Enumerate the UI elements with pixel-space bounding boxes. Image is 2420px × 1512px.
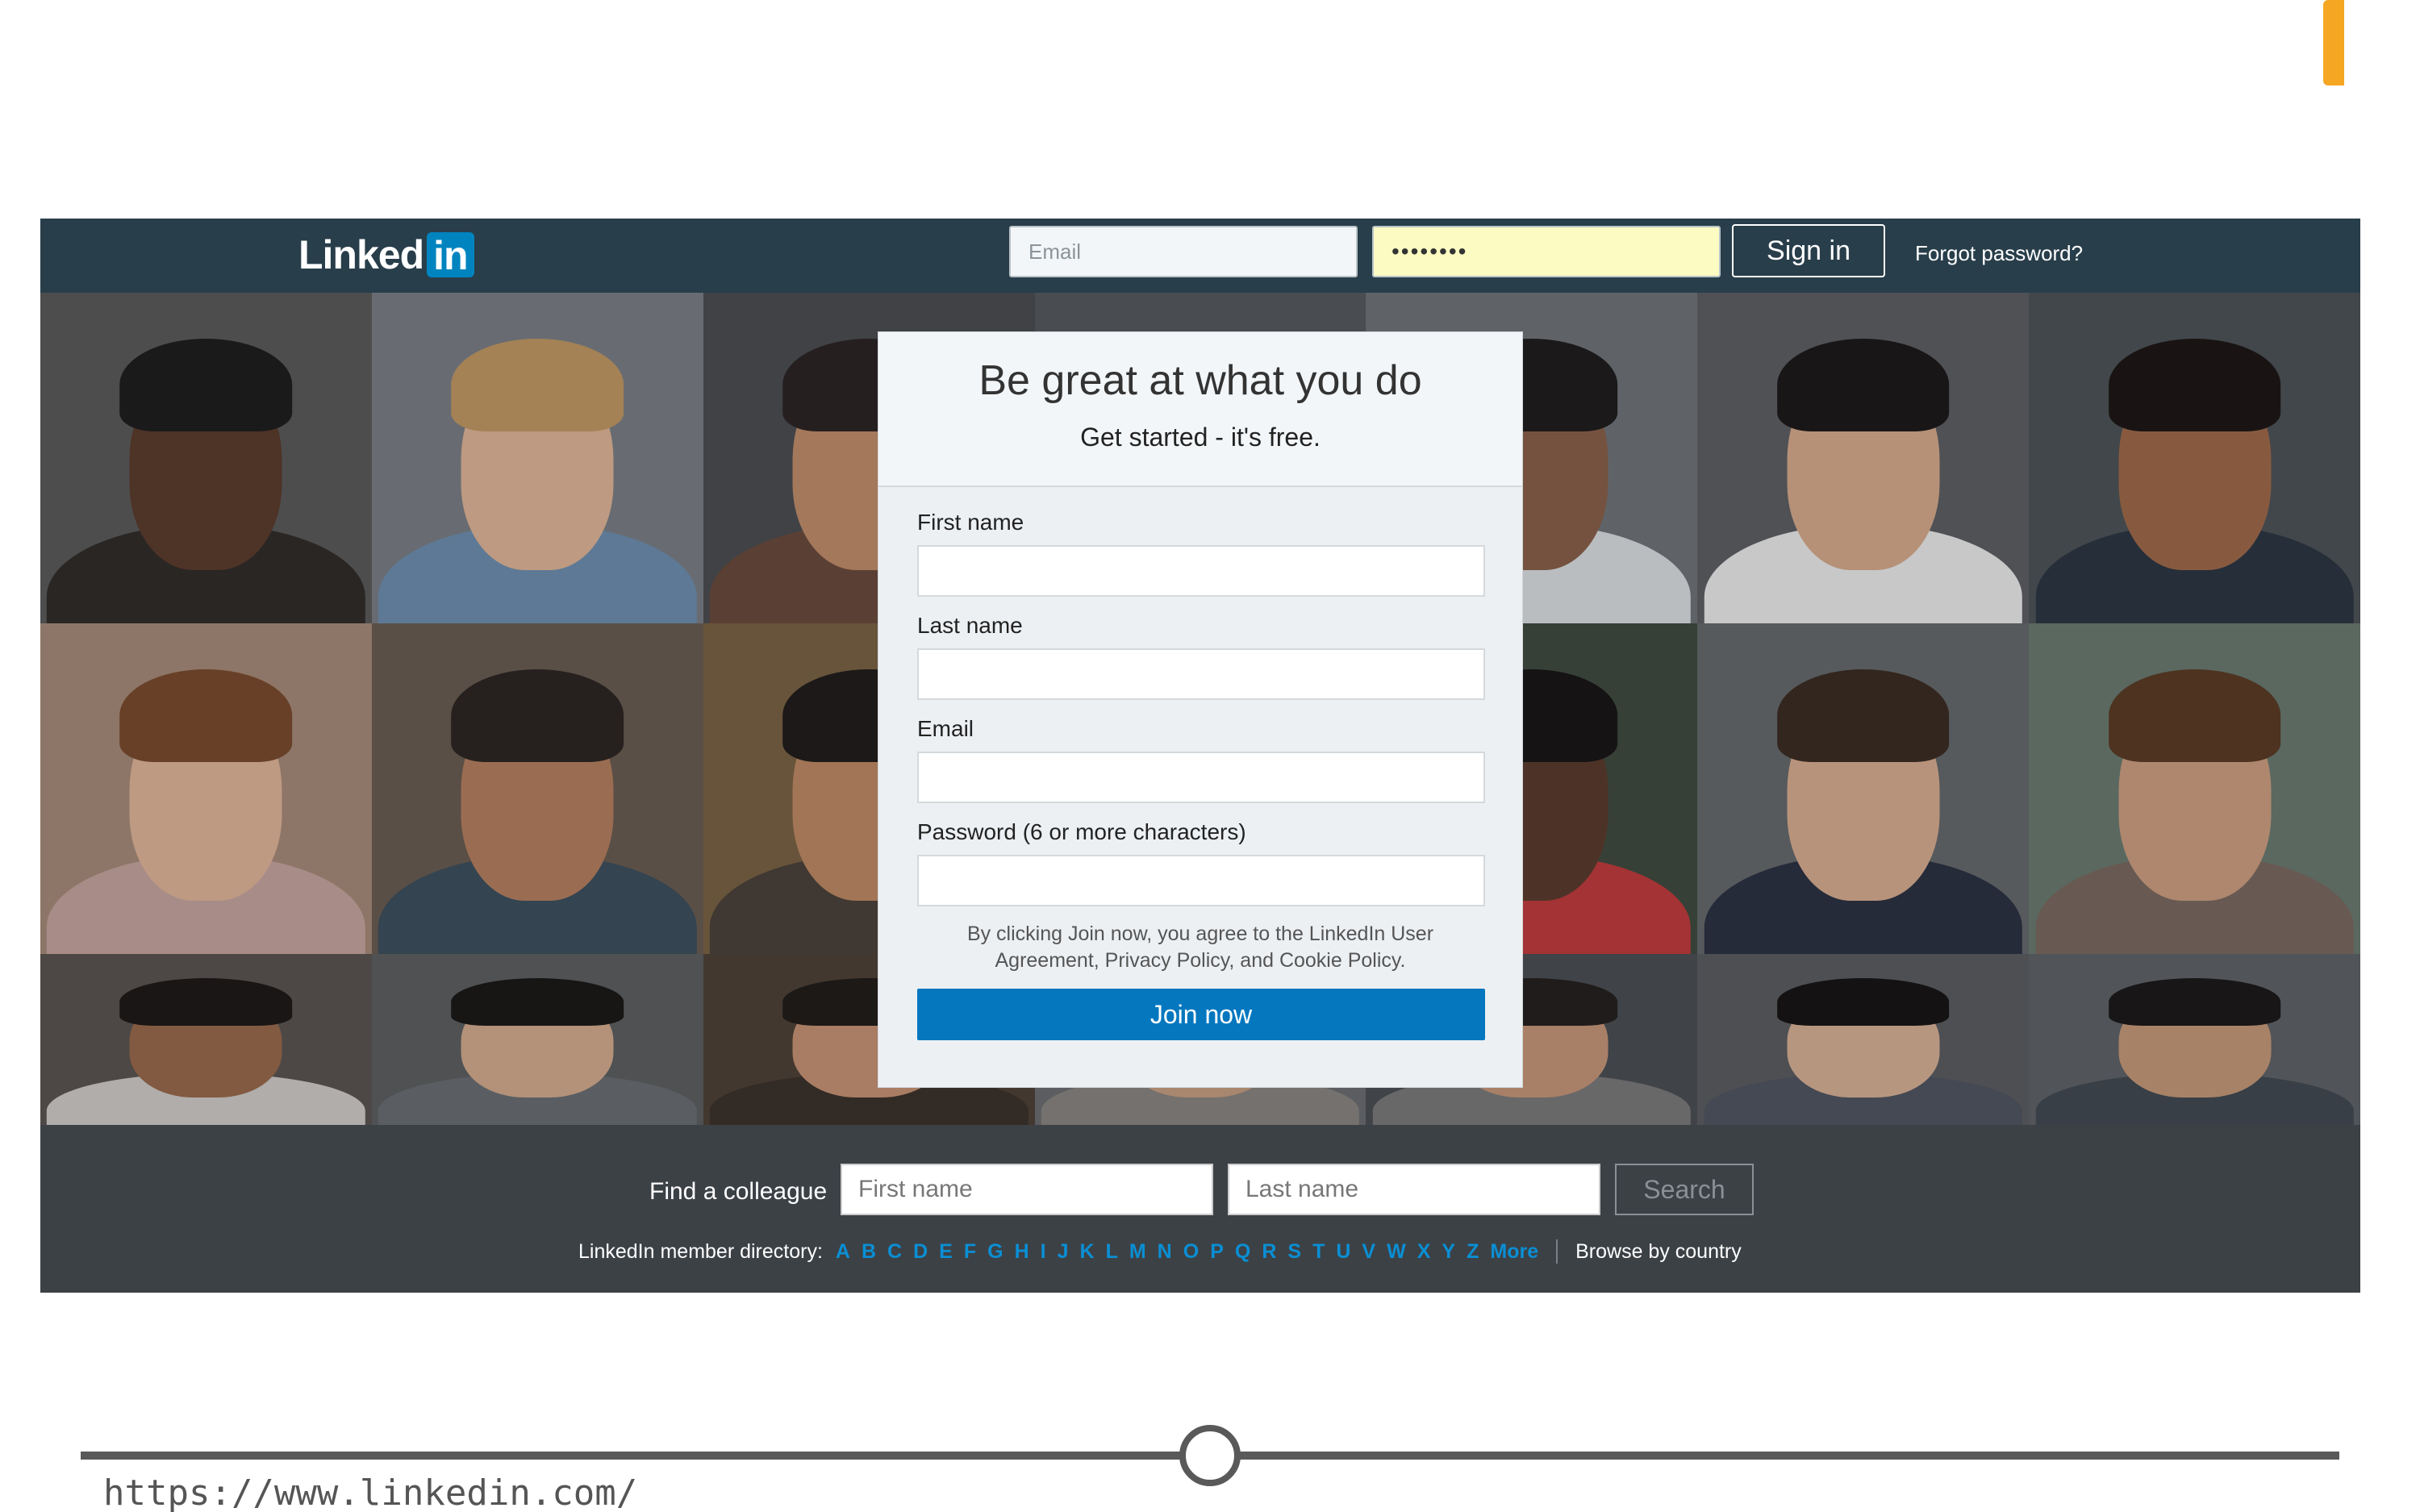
last-name-label: Last name — [917, 613, 1023, 638]
signup-card-header: Be great at what you do Get started - it… — [878, 332, 1522, 487]
top-navigation-bar: Linked in Email •••••••• Sign in Forgot … — [40, 219, 2360, 293]
join-now-button[interactable]: Join now — [917, 989, 1485, 1040]
directory-letter-link[interactable]: Y — [1442, 1240, 1455, 1264]
directory-letter-link[interactable]: C — [887, 1240, 902, 1264]
directory-letter-link[interactable]: R — [1262, 1240, 1276, 1264]
directory-letter-link[interactable]: A — [836, 1240, 850, 1264]
logo-wordmark: Linked — [298, 232, 424, 277]
signin-password-input[interactable]: •••••••• — [1372, 226, 1721, 277]
directory-letter-link[interactable]: M — [1129, 1240, 1146, 1264]
directory-label: LinkedIn member directory: — [578, 1239, 823, 1263]
directory-letter-link[interactable]: Q — [1235, 1240, 1250, 1264]
directory-letter-link[interactable]: I — [1041, 1240, 1046, 1264]
directory-letter-link[interactable]: D — [913, 1240, 928, 1264]
first-name-label: First name — [917, 510, 1024, 535]
directory-more-link[interactable]: More — [1490, 1240, 1538, 1264]
url-caption: https://www.linkedin.com/ — [103, 1472, 638, 1512]
legal-agreement-text: By clicking Join now, you agree to the L… — [966, 923, 1434, 972]
signin-email-input[interactable]: Email — [1009, 226, 1358, 277]
directory-letter-link[interactable]: V — [1362, 1240, 1375, 1264]
directory-letter-link[interactable]: P — [1210, 1240, 1224, 1264]
directory-letter-link[interactable]: E — [939, 1240, 953, 1264]
email-label: Email — [917, 716, 974, 741]
logo-in-badge: in — [427, 232, 474, 278]
last-name-field[interactable] — [917, 648, 1485, 700]
edge-tab — [2323, 0, 2344, 85]
find-colleague-label: Find a colleague — [649, 1178, 828, 1205]
sign-in-button[interactable]: Sign in — [1732, 224, 1885, 277]
directory-letter-link[interactable]: H — [1015, 1240, 1029, 1264]
directory-letter-link[interactable]: Z — [1467, 1240, 1479, 1264]
directory-letter-link[interactable]: B — [862, 1240, 876, 1264]
screenshot-frame: Linked in Email •••••••• Sign in Forgot … — [40, 219, 2360, 1293]
timeline-marker — [1179, 1425, 1241, 1486]
directory-letter-link[interactable]: G — [987, 1240, 1003, 1264]
signup-subtitle: Get started - it's free. — [1080, 423, 1321, 452]
first-name-field[interactable] — [917, 545, 1485, 597]
directory-letter-link[interactable]: X — [1417, 1240, 1431, 1264]
signup-card: Be great at what you do Get started - it… — [878, 331, 1523, 1088]
directory-letter-link[interactable]: N — [1158, 1240, 1172, 1264]
browse-by-country-link[interactable]: Browse by country — [1575, 1240, 1742, 1264]
forgot-password-link[interactable]: Forgot password? — [1915, 241, 2083, 266]
directory-letter-link[interactable]: S — [1287, 1240, 1301, 1264]
search-button[interactable]: Search — [1615, 1164, 1754, 1215]
password-label: Password (6 or more characters) — [917, 819, 1246, 844]
colleague-first-name-input[interactable]: First name — [841, 1164, 1213, 1215]
directory-letter-link[interactable]: O — [1183, 1240, 1199, 1264]
directory-letter-link[interactable]: T — [1312, 1240, 1325, 1264]
directory-letter-link[interactable]: W — [1387, 1240, 1406, 1264]
password-field[interactable] — [917, 855, 1485, 906]
member-directory: LinkedIn member directory: ABCDEFGHIJKLM… — [578, 1238, 1742, 1265]
colleague-last-name-input[interactable]: Last name — [1228, 1164, 1600, 1215]
slide: Linked in Email •••••••• Sign in Forgot … — [0, 0, 2420, 1512]
directory-letter-link[interactable]: J — [1058, 1240, 1069, 1264]
directory-letter-link[interactable]: K — [1080, 1240, 1095, 1264]
directory-letter-link[interactable]: F — [964, 1240, 976, 1264]
directory-divider — [1556, 1239, 1558, 1264]
signup-title: Be great at what you do — [978, 357, 1422, 404]
directory-letter-links: ABCDEFGHIJKLMNOPQRSTUVWXYZ — [836, 1240, 1490, 1264]
linkedin-logo[interactable]: Linked in — [298, 230, 474, 280]
signup-form: First name Last name Email Password (6 o… — [878, 487, 1522, 1040]
directory-letter-link[interactable]: U — [1336, 1240, 1350, 1264]
find-colleague-footer: Find a colleague First name Last name Se… — [40, 1125, 2360, 1293]
directory-letter-link[interactable]: L — [1106, 1240, 1118, 1264]
email-field[interactable] — [917, 752, 1485, 803]
